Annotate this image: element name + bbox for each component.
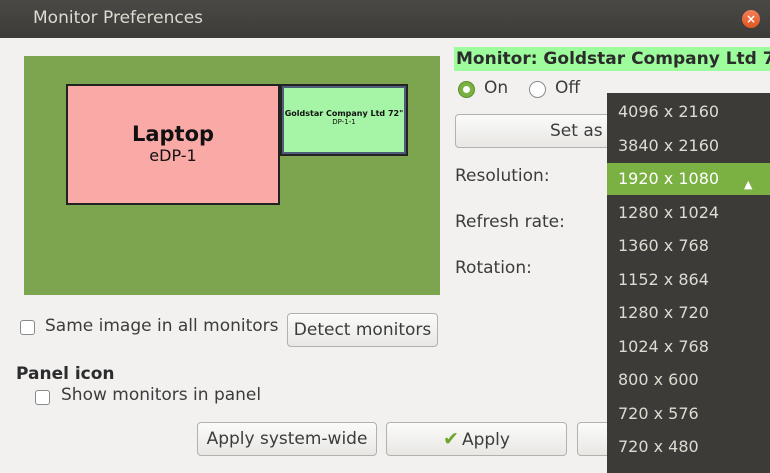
resolution-option[interactable]: 1152 x 864 (607, 264, 770, 296)
show-in-panel-label[interactable]: Show monitors in panel (61, 385, 261, 405)
on-radio[interactable] (458, 81, 475, 98)
resolution-option[interactable]: 4096 x 2160 (607, 96, 770, 128)
mouse-pointer-icon: ▲ (744, 178, 753, 191)
close-icon[interactable]: × (742, 10, 760, 28)
laptop-name: Laptop (131, 122, 215, 146)
resolution-option[interactable]: 1280 x 1024 (607, 197, 770, 229)
title-bar[interactable]: Monitor Preferences × (0, 0, 770, 38)
apply-label: Apply (461, 430, 510, 450)
monitor-layout-canvas[interactable]: Laptop eDP-1 Goldstar Company Ltd 72" DP… (24, 56, 440, 295)
external-name: Goldstar Company Ltd 72" (284, 109, 404, 118)
detect-monitors-button[interactable]: Detect monitors (287, 313, 438, 347)
laptop-monitor-box[interactable]: Laptop eDP-1 (66, 84, 280, 205)
external-connector: DP-1-1 (332, 118, 356, 126)
refresh-rate-label: Refresh rate: (455, 212, 565, 232)
off-label[interactable]: Off (555, 78, 580, 98)
apply-system-wide-button[interactable]: Apply system-wide (197, 422, 377, 456)
laptop-connector: eDP-1 (149, 146, 197, 165)
panel-icon-heading: Panel icon (16, 364, 115, 384)
resolution-dropdown-menu[interactable]: 4096 x 2160 3840 x 2160 1920 x 1080 1280 x … (607, 93, 770, 473)
resolution-option[interactable]: 800 x 600 (607, 364, 770, 396)
resolution-option[interactable]: 3840 x 2160 (607, 130, 770, 162)
resolution-option[interactable]: 720 x 480 (607, 431, 770, 463)
resolution-option[interactable]: 1024 x 768 (607, 331, 770, 363)
external-monitor-box[interactable]: Goldstar Company Ltd 72" DP-1-1 (280, 84, 408, 156)
monitor-preferences-window: Monitor Preferences × Laptop eDP-1 Golds… (0, 0, 770, 473)
resolution-label: Resolution: (455, 166, 550, 186)
apply-button[interactable]: ✔ Apply (386, 422, 567, 456)
resolution-option[interactable]: 1280 x 720 (607, 297, 770, 329)
off-radio[interactable] (529, 81, 546, 98)
resolution-option[interactable]: 1360 x 768 (607, 230, 770, 262)
same-image-checkbox[interactable] (20, 320, 35, 335)
monitor-title: Monitor: Goldstar Company Ltd 72" (454, 47, 770, 71)
checkmark-icon: ✔ (443, 428, 459, 450)
show-in-panel-checkbox[interactable] (35, 390, 50, 405)
same-image-label[interactable]: Same image in all monitors (45, 316, 279, 336)
window-title: Monitor Preferences (33, 8, 204, 28)
resolution-option[interactable]: 720 x 576 (607, 398, 770, 430)
on-label[interactable]: On (484, 78, 508, 98)
rotation-label: Rotation: (455, 258, 532, 278)
